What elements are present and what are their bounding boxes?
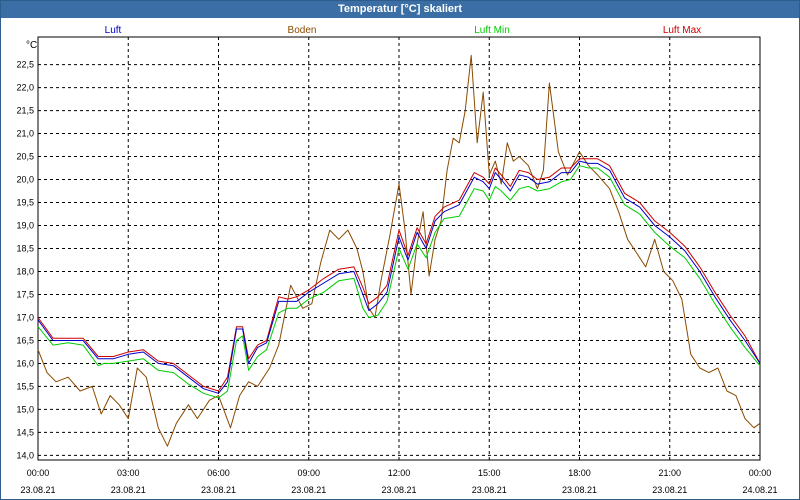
y-tick-label: 16,5 xyxy=(16,335,34,345)
y-tick-label: 19,0 xyxy=(16,221,34,231)
y-tick-label: 15,5 xyxy=(16,381,34,391)
x-tick-date-label: 24.08.21 xyxy=(742,485,777,495)
y-axis-ticks: 14,0 14,5 15,0 15,5 16,0 16,5 17,0 17,5 18,0 18,5… xyxy=(16,60,34,461)
x-axis-ticks: 00:00 23.08.21 03:00 23.08.21 06:00 23.08.21 0… xyxy=(20,468,777,495)
y-tick-label: 16,0 xyxy=(16,358,34,368)
y-tick-label: 14,0 xyxy=(16,450,34,460)
x-tick-time-label: 09:00 xyxy=(297,468,320,478)
x-tick-time-label: 18:00 xyxy=(568,468,591,478)
y-tick-label: 21,0 xyxy=(16,129,34,139)
y-tick-label: 20,5 xyxy=(16,152,34,162)
x-tick-date-label: 23.08.21 xyxy=(201,485,236,495)
y-tick-label: 17,0 xyxy=(16,312,34,322)
x-tick-date-label: 23.08.21 xyxy=(291,485,326,495)
x-tick-time-label: 15:00 xyxy=(478,468,501,478)
legend-item-luft-max: Luft Max xyxy=(663,25,701,36)
y-tick-label: 22,5 xyxy=(16,60,34,70)
x-tick-time-label: 00:00 xyxy=(749,468,772,478)
x-tick-time-label: 12:00 xyxy=(388,468,411,478)
y-tick-label: 15,0 xyxy=(16,404,34,414)
y-tick-label: 17,5 xyxy=(16,289,34,299)
temperature-chart: 14,0 14,5 15,0 15,5 16,0 16,5 17,0 17,5 18,0 18,5… xyxy=(16,25,777,495)
x-tick-time-label: 03:00 xyxy=(117,468,140,478)
x-tick-date-label: 23.08.21 xyxy=(381,485,416,495)
y-tick-label: 22,0 xyxy=(16,83,34,93)
legend-item-luft-min: Luft Min xyxy=(474,25,510,36)
legend-item-luft: Luft xyxy=(105,25,122,36)
x-tick-time-label: 21:00 xyxy=(658,468,681,478)
legend: Luft Boden Luft Min Luft Max xyxy=(105,25,702,36)
x-tick-date-label: 23.08.21 xyxy=(20,485,55,495)
x-tick-time-label: 06:00 xyxy=(207,468,230,478)
y-tick-label: 14,5 xyxy=(16,427,34,437)
y-tick-label: 21,5 xyxy=(16,106,34,116)
y-tick-label: 20,0 xyxy=(16,175,34,185)
x-tick-date-label: 23.08.21 xyxy=(652,485,687,495)
x-tick-time-label: 00:00 xyxy=(27,468,50,478)
y-tick-label: 18,5 xyxy=(16,244,34,254)
x-tick-date-label: 23.08.21 xyxy=(562,485,597,495)
y-axis-unit-label: °C xyxy=(26,40,37,51)
y-tick-label: 19,5 xyxy=(16,198,34,208)
y-tick-label: 18,0 xyxy=(16,266,34,276)
x-tick-date-label: 23.08.21 xyxy=(111,485,146,495)
legend-item-boden: Boden xyxy=(288,25,317,36)
x-tick-date-label: 23.08.21 xyxy=(472,485,507,495)
